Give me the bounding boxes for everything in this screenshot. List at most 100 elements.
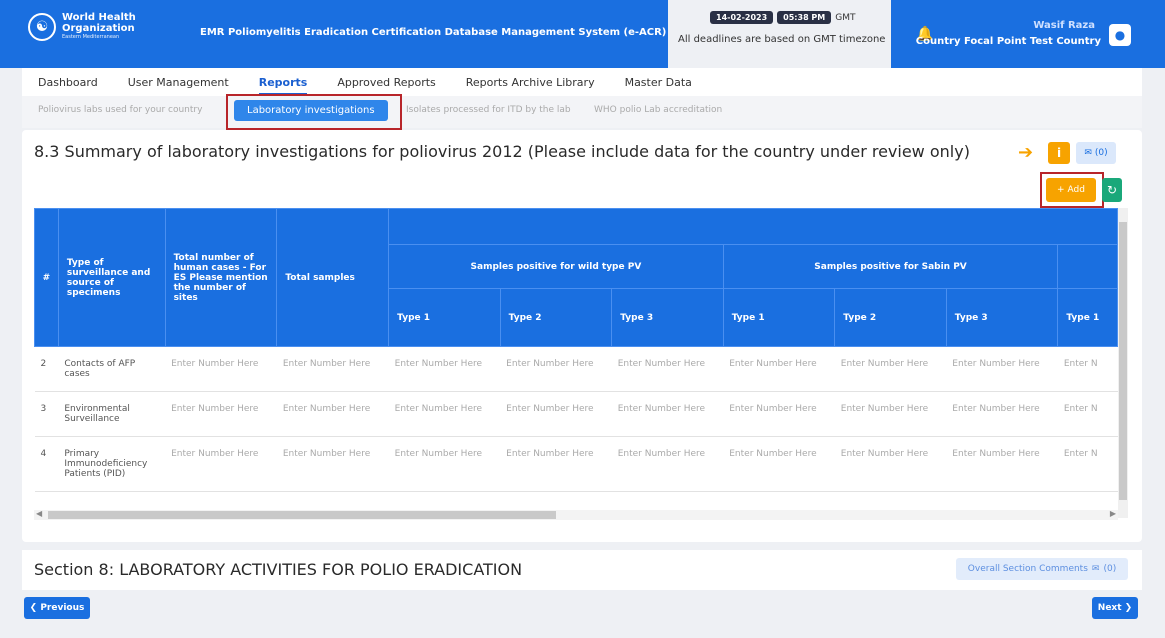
sub-tabs: Poliovirus labs used for your country La… bbox=[22, 96, 1142, 128]
chat-icon: ✉ bbox=[1091, 564, 1100, 574]
overall-comments-button[interactable]: Overall Section Comments ✉ (0) bbox=[956, 558, 1128, 580]
col-header-cases: Total number of human cases - For ES Ple… bbox=[164, 208, 278, 347]
nav-master-data[interactable]: Master Data bbox=[625, 76, 692, 89]
card-title: 8.3 Summary of laboratory investigations… bbox=[34, 142, 970, 161]
sub-header-wild-type1: Type 1 bbox=[388, 288, 501, 347]
table-row: 2 Contacts of AFP cases Enter Number Her… bbox=[34, 346, 1118, 392]
tab-isolates-itd[interactable]: Isolates processed for ITD by the lab bbox=[406, 105, 571, 115]
cell-input[interactable]: Enter Number Here bbox=[946, 391, 1058, 437]
org-name-line1: World Health bbox=[62, 12, 136, 23]
refresh-icon: ↻ bbox=[1106, 183, 1118, 197]
summary-card: 8.3 Summary of laboratory investigations… bbox=[22, 130, 1142, 542]
lab-investigations-table: # Type of surveillance and source of spe… bbox=[34, 208, 1118, 492]
nav-user-management[interactable]: User Management bbox=[128, 76, 229, 89]
cell-input[interactable]: Enter Number Here bbox=[611, 436, 724, 492]
cell-input[interactable]: Enter N bbox=[1057, 436, 1118, 492]
timezone-label: GMT bbox=[835, 12, 856, 23]
main-nav: Dashboard User Management Reports Approv… bbox=[22, 68, 1142, 96]
top-header: ☯ World Health Organization Eastern Medi… bbox=[0, 0, 1165, 68]
nav-dashboard[interactable]: Dashboard bbox=[38, 76, 98, 89]
cell-input[interactable]: Enter Number Here bbox=[611, 391, 724, 437]
comment-count: (0) bbox=[1094, 148, 1108, 158]
cell-input[interactable]: Enter Number Here bbox=[946, 346, 1058, 392]
previous-button[interactable]: ❮ Previous bbox=[24, 597, 90, 619]
vertical-scroll-thumb[interactable] bbox=[1119, 222, 1127, 500]
scroll-right-icon[interactable]: ▶ bbox=[1110, 509, 1116, 518]
next-button[interactable]: Next ❯ bbox=[1092, 597, 1138, 619]
cell-input[interactable]: Enter Number Here bbox=[834, 346, 947, 392]
row-label: Contacts of AFP cases bbox=[58, 346, 166, 392]
cell-input[interactable]: Enter Number Here bbox=[165, 391, 277, 437]
app-title: EMR Poliomyelitis Eradication Certificat… bbox=[200, 27, 667, 38]
sub-header-sabin-type1: Type 1 bbox=[722, 288, 836, 347]
cell-input[interactable]: Enter Number Here bbox=[500, 436, 612, 492]
header-spacer bbox=[388, 208, 1118, 245]
cell-input[interactable]: Enter Number Here bbox=[276, 346, 389, 392]
sub-header-next-type1: Type 1 bbox=[1057, 288, 1118, 347]
vertical-scrollbar[interactable] bbox=[1118, 208, 1128, 518]
cell-input[interactable]: Enter Number Here bbox=[388, 346, 501, 392]
cell-input[interactable]: Enter Number Here bbox=[834, 436, 947, 492]
sub-header-wild-type3: Type 3 bbox=[611, 288, 724, 347]
user-avatar-icon[interactable]: ● bbox=[1109, 24, 1131, 46]
cell-input[interactable]: Enter Number Here bbox=[276, 391, 389, 437]
row-label: Environmental Surveillance bbox=[58, 391, 166, 437]
cell-input[interactable]: Enter Number Here bbox=[723, 346, 835, 392]
scroll-left-icon[interactable]: ◀ bbox=[36, 509, 42, 518]
nav-approved-reports[interactable]: Approved Reports bbox=[337, 76, 435, 89]
cell-input[interactable]: Enter Number Here bbox=[500, 346, 612, 392]
tab-lab-accreditation[interactable]: WHO polio Lab accreditation bbox=[594, 105, 722, 115]
info-button[interactable]: i bbox=[1048, 142, 1070, 164]
highlight-tab-box bbox=[226, 94, 402, 130]
refresh-button[interactable]: ↻ bbox=[1102, 178, 1122, 202]
comments-button[interactable]: ✉ (0) bbox=[1076, 142, 1116, 164]
row-num: 2 bbox=[34, 346, 59, 392]
cell-input[interactable]: Enter Number Here bbox=[388, 391, 501, 437]
next-label: Next bbox=[1097, 603, 1122, 613]
arrow-right-icon: ➔ bbox=[1018, 142, 1034, 163]
globe-icon: ☯ bbox=[28, 12, 56, 41]
cell-input[interactable]: Enter Number Here bbox=[723, 391, 835, 437]
row-num: 3 bbox=[34, 391, 59, 437]
overall-comments-label: Overall Section Comments bbox=[967, 564, 1088, 574]
info-icon: i bbox=[1056, 146, 1062, 160]
cell-input[interactable]: Enter Number Here bbox=[500, 391, 612, 437]
cell-input[interactable]: Enter N bbox=[1057, 346, 1118, 392]
group-header-wild: Samples positive for wild type PV bbox=[388, 244, 724, 289]
cell-input[interactable]: Enter Number Here bbox=[611, 346, 724, 392]
sub-header-sabin-type3: Type 3 bbox=[945, 288, 1059, 347]
section-title: Section 8: LABORATORY ACTIVITIES FOR POL… bbox=[34, 560, 523, 579]
cell-input[interactable]: Enter Number Here bbox=[276, 436, 389, 492]
group-header-sabin: Samples positive for Sabin PV bbox=[722, 244, 1059, 289]
cell-input[interactable]: Enter Number Here bbox=[834, 391, 947, 437]
cell-input[interactable]: Enter N bbox=[1057, 391, 1118, 437]
cell-input[interactable]: Enter Number Here bbox=[388, 436, 501, 492]
cell-input[interactable]: Enter Number Here bbox=[165, 436, 277, 492]
section-bar: Section 8: LABORATORY ACTIVITIES FOR POL… bbox=[22, 550, 1142, 590]
overall-comment-count: (0) bbox=[1103, 564, 1117, 574]
chat-icon: ✉ bbox=[1084, 148, 1092, 158]
chevron-right-icon: ❯ bbox=[1121, 603, 1133, 613]
user-name[interactable]: Wasif Raza bbox=[1033, 20, 1095, 31]
nav-reports-archive[interactable]: Reports Archive Library bbox=[466, 76, 595, 89]
org-name-line2: Organization bbox=[62, 23, 135, 34]
nav-reports[interactable]: Reports bbox=[258, 76, 308, 95]
user-role: Country Focal Point Test Country bbox=[915, 36, 1101, 47]
sub-header-wild-type2: Type 2 bbox=[499, 288, 613, 347]
date-chip: 14-02-2023 bbox=[710, 11, 774, 24]
group-header-cut bbox=[1057, 244, 1118, 289]
cell-input[interactable]: Enter Number Here bbox=[165, 346, 277, 392]
table-row: 3 Environmental Surveillance Enter Numbe… bbox=[34, 391, 1118, 437]
row-num: 4 bbox=[34, 436, 59, 492]
who-logo[interactable]: ☯ World Health Organization Eastern Medi… bbox=[28, 12, 136, 41]
horizontal-scroll-thumb[interactable] bbox=[48, 511, 556, 519]
horizontal-scrollbar[interactable]: ◀ ▶ bbox=[34, 509, 1118, 520]
tab-poliovirus-labs[interactable]: Poliovirus labs used for your country bbox=[38, 105, 202, 115]
col-header-num: # bbox=[34, 208, 59, 347]
cell-input[interactable]: Enter Number Here bbox=[723, 436, 835, 492]
row-label: Primary Immunodeficiency Patients (PID) bbox=[58, 436, 166, 492]
cell-input[interactable]: Enter Number Here bbox=[946, 436, 1058, 492]
time-panel: 14-02-2023 05:38 PM GMT All deadlines ar… bbox=[668, 0, 891, 68]
previous-label: Previous bbox=[40, 603, 85, 613]
lab-table-wrap: # Type of surveillance and source of spe… bbox=[34, 208, 1118, 518]
